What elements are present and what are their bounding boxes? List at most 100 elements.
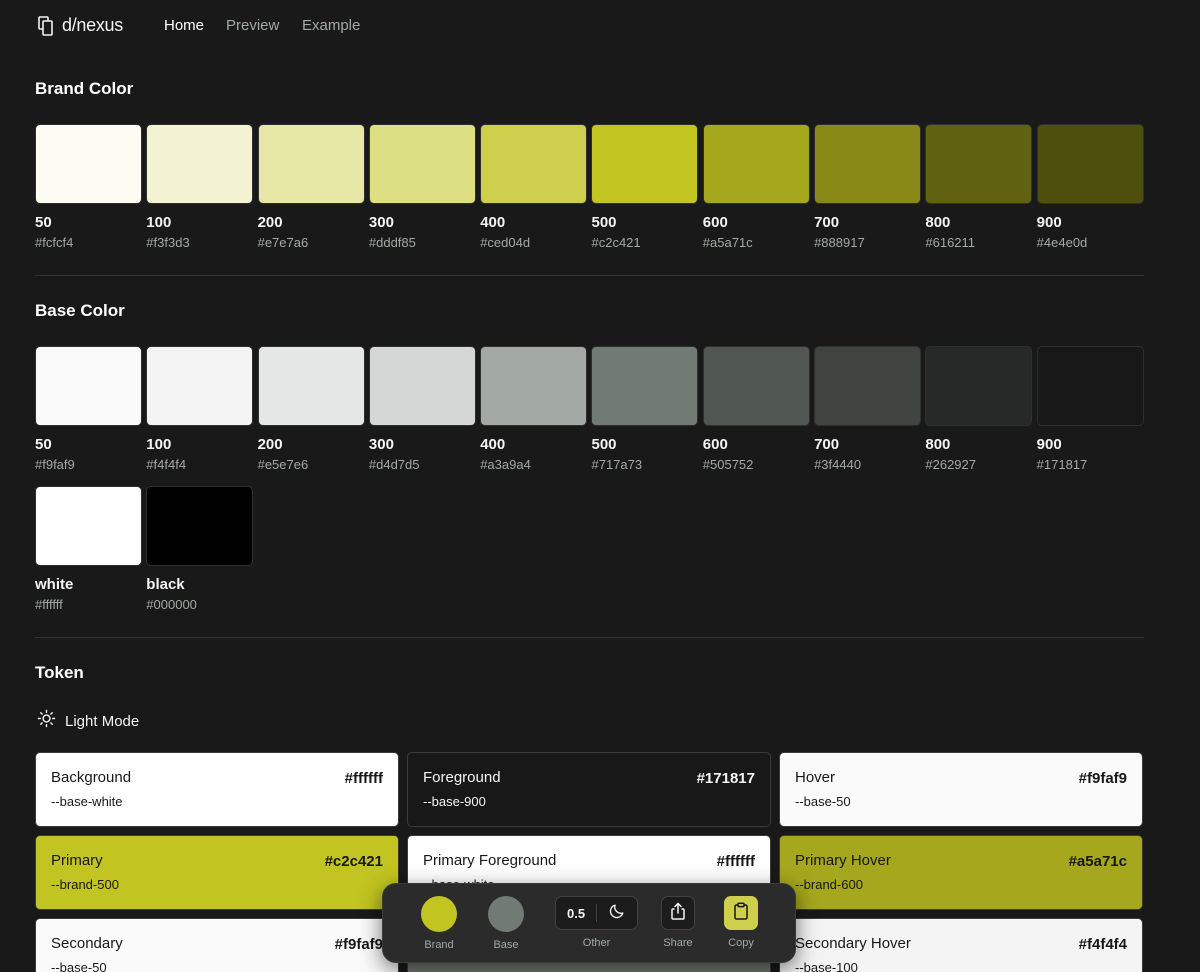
swatch-color-box[interactable] [591,346,699,426]
color-swatch[interactable]: 500 #c2c421 [591,124,699,250]
swatch-color-box[interactable] [368,346,476,426]
swatch-hex: #c2c421 [591,235,641,250]
swatch-name: 900 [1036,214,1062,231]
color-swatch[interactable]: 600 #505752 [702,346,810,472]
logo-icon [38,15,54,36]
swatch-color-box[interactable] [146,124,254,204]
swatch-hex: #f4f4f4 [146,457,187,472]
color-swatch[interactable]: 900 #4e4e0d [1036,124,1144,250]
swatch-hex: #a3a9a4 [480,457,531,472]
swatch-name: 600 [702,436,728,453]
color-swatch[interactable]: 400 #a3a9a4 [480,346,588,472]
color-swatch[interactable]: black #000000 [146,486,254,612]
swatch-name: 200 [257,436,283,453]
swatch-color-box[interactable] [702,124,810,204]
swatch-color-box[interactable] [480,346,588,426]
swatch-hex: #e5e7e6 [257,457,309,472]
color-swatch[interactable]: white #ffffff [35,486,142,612]
other-settings[interactable]: 0.5 Other [555,896,639,949]
color-swatch[interactable]: 800 #616211 [925,124,1033,250]
swatch-name: 600 [702,214,728,231]
swatch-color-box[interactable] [146,346,254,426]
swatch-name: 500 [591,214,617,231]
color-swatch[interactable]: 500 #717a73 [591,346,699,472]
color-swatch[interactable]: 50 #fcfcf4 [35,124,142,250]
swatch-color-box[interactable] [1036,124,1144,204]
light-mode-toggle[interactable]: Light Mode [37,709,139,733]
swatch-color-box[interactable] [146,486,254,566]
swatch-color-box[interactable] [368,124,476,204]
token-card[interactable]: Foreground --base-900 #171817 [407,752,771,827]
token-variable: --base-white [51,794,123,809]
brand-label: Brand [424,939,454,951]
swatch-color-box[interactable] [257,346,365,426]
token-name: Hover [795,769,836,786]
swatch-color-box[interactable] [814,124,922,204]
swatch-color-box[interactable] [925,124,1033,204]
color-swatch[interactable]: 300 #dddf85 [368,124,476,250]
brand-picker-button[interactable]: Brand [421,896,457,951]
color-swatch[interactable]: 200 #e7e7a6 [257,124,365,250]
color-swatch[interactable]: 300 #d4d7d5 [368,346,476,472]
nav-link-example[interactable]: Example [302,17,360,34]
swatch-color-box[interactable] [925,346,1033,426]
swatch-hex: #000000 [146,597,197,612]
share-icon-button[interactable] [661,896,695,930]
swatch-hex: #ced04d [480,235,531,250]
token-hex: #171817 [696,770,755,787]
brand-color-circle [421,896,457,932]
nav-link-preview[interactable]: Preview [226,17,279,34]
other-control[interactable]: 0.5 [555,896,639,930]
color-swatch[interactable]: 900 #171817 [1036,346,1144,472]
nav-link-home[interactable]: Home [164,17,204,34]
token-card[interactable]: Primary --brand-500 #c2c421 [35,835,399,910]
copy-button[interactable]: Copy [724,896,758,949]
logo[interactable]: d/nexus [38,15,123,36]
color-swatch[interactable]: 50 #f9faf9 [35,346,142,472]
token-card[interactable]: Hover --base-50 #f9faf9 [779,752,1143,827]
base-picker-button[interactable]: Base [488,896,524,951]
brand-swatch-row: 50 #fcfcf4 100 #f3f3d3 200 #e7e7a6 300 #dddf85 4… [35,124,1144,250]
swatch-name: 400 [480,214,506,231]
other-label: Other [582,937,611,949]
token-card[interactable]: Background --base-white #ffffff [35,752,399,827]
base-swatch-row: 50 #f9faf9 100 #f4f4f4 200 #e5e7e6 300 #d4d7d5 4… [35,346,1144,472]
token-card[interactable]: Primary Hover --brand-600 #a5a71c [779,835,1143,910]
color-swatch[interactable]: 200 #e5e7e6 [257,346,365,472]
copy-icon-button[interactable] [724,896,758,930]
swatch-hex: #3f4440 [814,457,862,472]
color-swatch[interactable]: 100 #f4f4f4 [146,346,254,472]
swatch-color-box[interactable] [35,346,142,426]
swatch-color-box[interactable] [591,124,699,204]
swatch-color-box[interactable] [257,124,365,204]
color-swatch[interactable]: 400 #ced04d [480,124,588,250]
color-swatch[interactable]: 100 #f3f3d3 [146,124,254,250]
separator [596,904,598,922]
token-variable: --base-100 [795,960,858,972]
swatch-color-box[interactable] [1036,346,1144,426]
clipboard-icon [733,901,749,925]
token-name: Secondary Hover [795,935,911,952]
swatch-color-box[interactable] [814,346,922,426]
color-swatch[interactable]: 700 #3f4440 [814,346,922,472]
color-swatch[interactable]: 600 #a5a71c [702,124,810,250]
top-navbar: d/nexus Home Preview Example [0,0,1200,52]
token-variable: --brand-500 [51,877,119,892]
swatch-name: white [35,576,74,593]
swatch-color-box[interactable] [35,124,142,204]
base-extra-swatch-row: white #ffffff black #000000 [35,486,254,612]
swatch-color-box[interactable] [35,486,142,566]
token-hex: #ffffff [344,770,383,787]
copy-label: Copy [728,937,754,949]
token-card[interactable]: Secondary --base-50 #f9faf9 [35,918,399,972]
token-hex: #ffffff [716,853,755,870]
color-swatch[interactable]: 800 #262927 [925,346,1033,472]
radius-value: 0.5 [567,905,586,921]
token-card[interactable]: Secondary Hover --base-100 #f4f4f4 [779,918,1143,972]
swatch-color-box[interactable] [702,346,810,426]
color-swatch[interactable]: 700 #888917 [814,124,922,250]
share-button[interactable]: Share [661,896,695,949]
moon-icon[interactable] [608,902,626,925]
swatch-color-box[interactable] [480,124,588,204]
swatch-hex: #f9faf9 [35,457,75,472]
